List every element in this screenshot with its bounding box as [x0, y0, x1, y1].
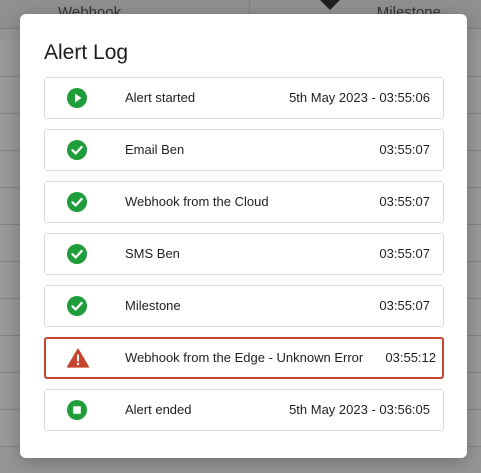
- log-entry-success: SMS Ben 03:55:07: [44, 233, 444, 275]
- play-circle-icon: [67, 88, 87, 108]
- log-entry-ended: Alert ended 5th May 2023 - 03:56:05: [44, 389, 444, 431]
- check-circle-icon: [67, 140, 87, 160]
- log-entry-label: Email Ben: [125, 142, 185, 157]
- warning-triangle-icon: [66, 348, 90, 368]
- log-entry-label: Webhook from the Cloud: [125, 194, 269, 209]
- dialog-title: Alert Log: [44, 41, 129, 64]
- log-entry-label: Milestone: [125, 298, 181, 313]
- alert-log-dialog: Alert Log Alert started 5th May 2023 - 03…: [20, 14, 467, 458]
- log-entry-timestamp: 03:55:07: [379, 142, 430, 157]
- log-entry-success: Webhook from the Cloud 03:55:07: [44, 181, 444, 223]
- log-entry-timestamp: 03:55:12: [385, 350, 436, 365]
- check-circle-icon: [67, 192, 87, 212]
- alert-log-list: Alert started 5th May 2023 - 03:55:06 Emai…: [44, 77, 444, 441]
- log-entry-label: Alert ended: [125, 402, 192, 417]
- log-entry-label: SMS Ben: [125, 246, 180, 261]
- check-circle-icon: [67, 296, 87, 316]
- log-entry-success: Email Ben 03:55:07: [44, 129, 444, 171]
- stop-circle-icon: [67, 400, 87, 420]
- log-entry-timestamp: 03:55:07: [379, 246, 430, 261]
- log-entry-timestamp: 5th May 2023 - 03:55:06: [289, 90, 430, 105]
- log-entry-success: Milestone 03:55:07: [44, 285, 444, 327]
- check-circle-icon: [67, 244, 87, 264]
- log-entry-error: Webhook from the Edge - Unknown Error 03:…: [44, 337, 444, 379]
- log-entry-started: Alert started 5th May 2023 - 03:55:06: [44, 77, 444, 119]
- log-entry-label: Webhook from the Edge - Unknown Error: [125, 350, 364, 365]
- log-entry-timestamp: 03:55:07: [379, 194, 430, 209]
- log-entry-timestamp: 5th May 2023 - 03:56:05: [289, 402, 430, 417]
- log-entry-label: Alert started: [125, 90, 196, 105]
- log-entry-timestamp: 03:55:07: [379, 298, 430, 313]
